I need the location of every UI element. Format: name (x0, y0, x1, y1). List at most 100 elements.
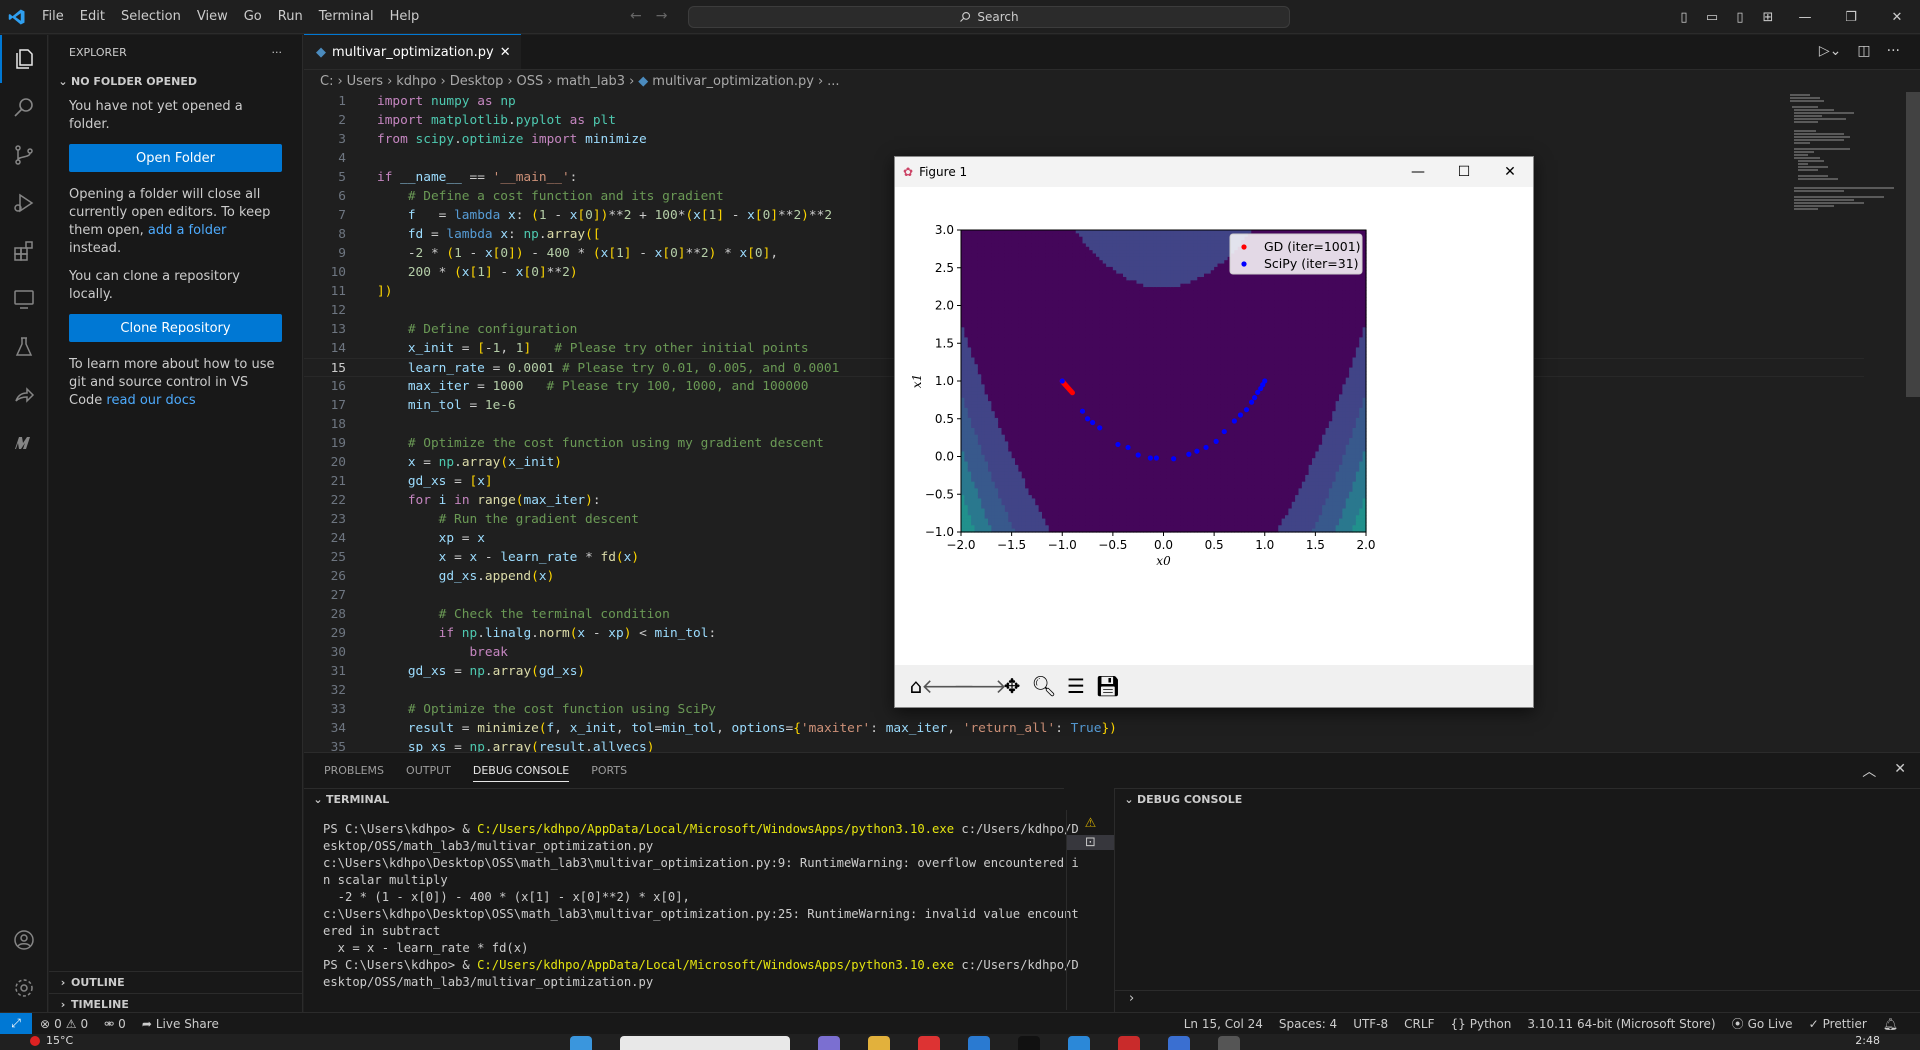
clock[interactable]: 2:48 (1855, 1034, 1880, 1047)
notifications-icon[interactable]: 🔔︎ (1875, 1017, 1906, 1031)
toggle-panel-icon[interactable]: ▭ (1698, 10, 1726, 25)
go-live-button[interactable]: ⦿ Go Live (1724, 1015, 1801, 1032)
add-folder-link[interactable]: add a folder (148, 223, 226, 238)
more-actions-icon[interactable]: ··· (272, 46, 283, 59)
live-share-status[interactable]: ➦ Live Share (134, 1017, 227, 1031)
restore-button[interactable]: ❐ (1828, 10, 1874, 25)
terminal-header[interactable]: ⌄ TERMINAL (304, 788, 1064, 810)
terminal-output[interactable]: PS C:\Users\kdhpo> & C:/Users/kdhpo/AppD… (323, 821, 1079, 991)
close-tab-icon[interactable]: ✕ (500, 45, 511, 60)
breadcrumb-item[interactable]: ... (827, 74, 839, 89)
breadcrumb-item[interactable]: C: (320, 74, 333, 89)
extension-m-icon[interactable] (0, 419, 48, 467)
close-panel-icon[interactable]: ✕ (1894, 761, 1906, 781)
file-explorer-icon[interactable] (868, 1036, 890, 1050)
panel-tab-problems[interactable]: PROBLEMS (324, 764, 384, 777)
chrome-icon[interactable] (918, 1036, 940, 1050)
breadcrumb-item[interactable]: multivar_optimization.py (652, 74, 814, 89)
contour-plot[interactable]: −2.0 −1.5 −1.0 −0.5 0.0 0.5 1.0 1.5 2.0 −1.0 −0.5 0… (895, 187, 1533, 665)
app-icon[interactable] (1118, 1036, 1140, 1050)
minimize-button[interactable]: — (1782, 10, 1828, 25)
encoding[interactable]: UTF-8 (1345, 1017, 1396, 1031)
figure-minimize-button[interactable]: — (1395, 157, 1441, 187)
menu-item-file[interactable]: File (34, 9, 72, 24)
panel-tab-ports[interactable]: PORTS (591, 764, 627, 777)
run-debug-icon[interactable] (0, 179, 48, 227)
close-button[interactable]: ✕ (1874, 10, 1920, 25)
weather-widget[interactable]: 15°C (30, 1034, 73, 1047)
figure-maximize-button[interactable]: ☐ (1441, 157, 1487, 187)
accounts-icon[interactable] (0, 916, 48, 964)
code-line[interactable]: 3 from scipy.optimize import minimize (304, 130, 1864, 149)
code-line[interactable]: 35 sp_xs = np.array(result.allvecs) (304, 738, 1864, 752)
toggle-secondary-sidebar-icon[interactable]: ▯ (1726, 10, 1754, 25)
indentation[interactable]: Spaces: 4 (1271, 1017, 1345, 1031)
nav-arrows[interactable]: ←→ (630, 8, 681, 24)
cursor-position[interactable]: Ln 15, Col 24 (1176, 1017, 1271, 1031)
app-icon[interactable] (1168, 1036, 1190, 1050)
outline-section[interactable]: › OUTLINE (49, 971, 303, 993)
forward-arrow-icon[interactable]: 🡒 (953, 671, 1007, 701)
command-search-box[interactable]: Search (688, 6, 1290, 28)
clone-repository-button[interactable]: Clone Repository (69, 314, 282, 342)
debug-console-input[interactable]: › (1114, 990, 1920, 1012)
no-folder-section[interactable]: ⌄ NO FOLDER OPENED (49, 70, 302, 92)
ports-status[interactable]: ⚮ 0 (96, 1017, 134, 1031)
vscode-taskbar-icon[interactable] (1218, 1036, 1240, 1050)
app-icon[interactable] (968, 1036, 990, 1050)
extensions-icon[interactable] (0, 227, 48, 275)
tab-multivar-optimization[interactable]: ◆ multivar_optimization.py ✕ (304, 34, 521, 69)
panel-tab-debug-console[interactable]: DEBUG CONSOLE (472, 764, 570, 782)
search-bar-icon[interactable] (620, 1036, 790, 1050)
live-share-icon[interactable] (0, 371, 48, 419)
breadcrumb-item[interactable]: OSS (517, 74, 544, 89)
code-line[interactable]: 1 import numpy as np (304, 92, 1864, 111)
menu-item-run[interactable]: Run (270, 9, 311, 24)
maximize-panel-icon[interactable]: ︿ (1862, 761, 1876, 781)
figure-close-button[interactable]: ✕ (1487, 157, 1533, 187)
menu-item-view[interactable]: View (189, 9, 236, 24)
code-line[interactable]: 2 import matplotlib.pyplot as plt (304, 111, 1864, 130)
split-editor-icon[interactable]: ◫ (1857, 43, 1870, 59)
zoom-icon[interactable]: 🔍︎ (1029, 671, 1059, 701)
menu-item-go[interactable]: Go (236, 9, 270, 24)
app-icon[interactable] (1018, 1036, 1040, 1050)
minimap[interactable] (1786, 92, 1906, 222)
remote-explorer-icon[interactable] (0, 275, 48, 323)
problems-status[interactable]: ⊗ 0 ⚠ 0 (32, 1017, 96, 1031)
configure-subplots-icon[interactable]: ☰ (1061, 671, 1091, 701)
menu-item-edit[interactable]: Edit (72, 9, 113, 24)
testing-icon[interactable] (0, 323, 48, 371)
source-control-icon[interactable] (0, 131, 48, 179)
breadcrumb-item[interactable]: Users (347, 74, 383, 89)
code-line[interactable]: 34 result = minimize(f, x_init, tol=min_… (304, 719, 1864, 738)
terminal-instance-icon[interactable]: ⊡ (1067, 835, 1114, 850)
breadcrumb-item[interactable]: Desktop (450, 74, 504, 89)
search-activity-icon[interactable] (0, 83, 48, 131)
toggle-sidebar-icon[interactable]: ▯ (1670, 10, 1698, 25)
prettier-status[interactable]: ✓ Prettier (1801, 1017, 1875, 1031)
explorer-icon[interactable] (0, 35, 48, 83)
run-python-icon[interactable]: ▷⌄ (1819, 43, 1842, 59)
customize-layout-icon[interactable]: ⊞ (1754, 10, 1782, 25)
panel-tab-output[interactable]: OUTPUT (406, 764, 451, 777)
menu-item-selection[interactable]: Selection (113, 9, 189, 24)
pan-icon[interactable]: ✥ (997, 671, 1027, 701)
warning-icon[interactable]: ⚠ (1067, 816, 1114, 831)
end-of-line[interactable]: CRLF (1396, 1017, 1442, 1031)
app-icon[interactable] (1068, 1036, 1090, 1050)
manage-gear-icon[interactable] (0, 964, 48, 1012)
start-icon[interactable] (570, 1036, 592, 1050)
breadcrumb-item[interactable]: kdhpo (396, 74, 436, 89)
app-icon[interactable] (818, 1036, 840, 1050)
debug-console-header[interactable]: ⌄ DEBUG CONSOLE (1114, 788, 1920, 810)
menu-item-terminal[interactable]: Terminal (311, 9, 382, 24)
read-docs-link[interactable]: read our docs (106, 393, 195, 408)
breadcrumb-item[interactable]: math_lab3 (557, 74, 626, 89)
save-figure-icon[interactable]: 💾︎ (1093, 671, 1123, 701)
open-folder-button[interactable]: Open Folder (69, 144, 282, 172)
more-actions-icon[interactable]: ··· (1887, 43, 1900, 59)
editor-scrollbar[interactable] (1906, 92, 1920, 397)
menu-item-help[interactable]: Help (382, 9, 428, 24)
python-interpreter[interactable]: 3.10.11 64-bit (Microsoft Store) (1519, 1017, 1723, 1031)
